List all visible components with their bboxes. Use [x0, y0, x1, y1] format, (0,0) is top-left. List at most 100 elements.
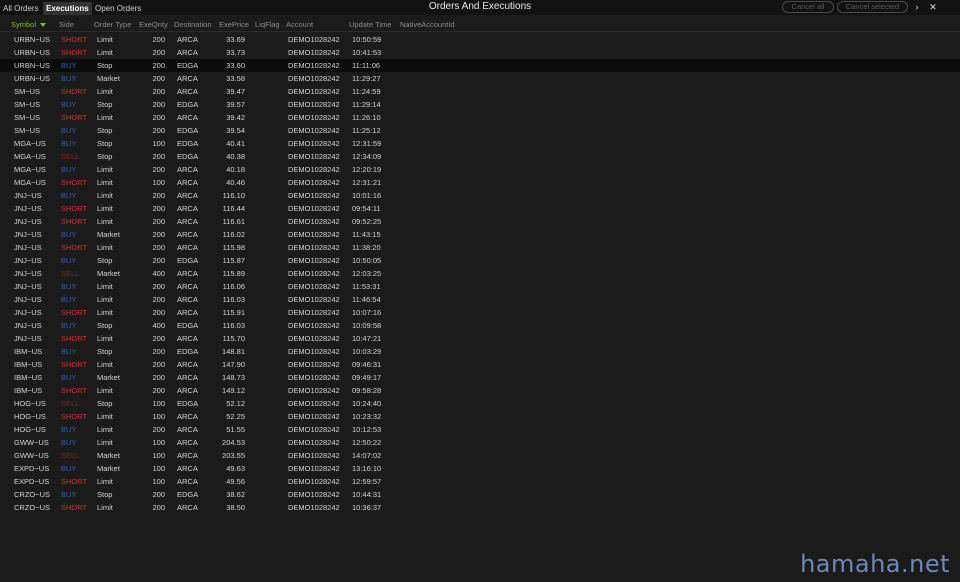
table-row[interactable]: JNJ~US BUY Limit 200 ARCA 116.06 DEMO1028242 11…: [0, 280, 960, 293]
table-row[interactable]: MGA~US BUY Limit 200 ARCA 40.18 DEMO1028242 12:…: [0, 163, 960, 176]
cell-exe-price: 39.47: [226, 87, 245, 96]
cell-update-time: 11:11:06: [352, 61, 381, 70]
column-header-symbol[interactable]: Symbol: [11, 19, 47, 31]
cell-side: SHORT: [61, 48, 88, 57]
table-row[interactable]: SM~US BUY Stop 200 EDGA 39.54 DEMO1028242 11:25…: [0, 124, 960, 137]
table-row[interactable]: JNJ~US BUY Stop 200 EDGA 115.87 DEMO1028242 10:…: [0, 254, 960, 267]
table-row[interactable]: HOG~US BUY Limit 200 ARCA 51.55 DEMO1028242 10:…: [0, 423, 960, 436]
cell-exe-qnty: 200: [152, 334, 165, 343]
cell-account: DEMO1028242: [288, 204, 340, 213]
cell-symbol: EXPD~US: [14, 477, 50, 486]
column-header-liq-flag[interactable]: LiqFlag: [255, 19, 280, 31]
table-row[interactable]: MGA~US SELL Stop 200 EDGA 40.38 DEMO1028242 12:…: [0, 150, 960, 163]
table-row[interactable]: IBM~US SHORT Limit 200 ARCA 147.90 DEMO1028242…: [0, 358, 960, 371]
column-header-native-account-id[interactable]: NativeAccountId: [400, 19, 455, 31]
cell-symbol: SM~US: [14, 87, 41, 96]
cell-update-time: 11:43:15: [352, 230, 381, 239]
cell-account: DEMO1028242: [288, 438, 340, 447]
column-header-destination[interactable]: Destination: [174, 19, 212, 31]
cell-exe-price: 148.81: [222, 347, 245, 356]
table-row[interactable]: JNJ~US BUY Limit 200 ARCA 116.03 DEMO1028242 11…: [0, 293, 960, 306]
cell-side: BUY: [61, 126, 77, 135]
cell-exe-qnty: 400: [152, 321, 165, 330]
title-bar: All Orders Executions Open Orders Orders…: [0, 0, 960, 15]
table-row[interactable]: JNJ~US SHORT Limit 200 ARCA 115.98 DEMO1028242…: [0, 241, 960, 254]
cell-exe-price: 115.87: [222, 256, 245, 265]
table-row[interactable]: URBN~US SHORT Limit 200 ARCA 33.69 DEMO1028242…: [0, 33, 960, 46]
table-row[interactable]: GWW~US BUY Limit 100 ARCA 204.53 DEMO1028242 12…: [0, 436, 960, 449]
table-row[interactable]: URBN~US BUY Stop 200 EDGA 33.60 DEMO1028242 11:…: [0, 59, 960, 72]
cell-order-type: Limit: [97, 438, 113, 447]
cancel-all-button[interactable]: Cancel all: [782, 1, 834, 13]
cancel-selected-button[interactable]: Cancel selected: [837, 1, 908, 13]
cell-side: BUY: [61, 256, 77, 265]
cell-symbol: HOG~US: [14, 412, 46, 421]
cell-exe-price: 40.41: [226, 139, 245, 148]
cell-exe-price: 115.91: [222, 308, 245, 317]
column-header-row: Symbol Side Order Type ExeQnty Destinati…: [0, 17, 960, 32]
chevron-right-icon[interactable]: ›: [912, 1, 922, 13]
table-row[interactable]: JNJ~US SELL Market 400 ARCA 115.89 DEMO1028242…: [0, 267, 960, 280]
table-row[interactable]: JNJ~US SHORT Limit 200 ARCA 115.91 DEMO1028242…: [0, 306, 960, 319]
cell-exe-price: 203.55: [222, 451, 245, 460]
table-row[interactable]: EXPD~US SHORT Limit 100 ARCA 49.56 DEMO1028242…: [0, 475, 960, 488]
table-row[interactable]: URBN~US BUY Market 200 ARCA 33.58 DEMO1028242 1…: [0, 72, 960, 85]
table-row[interactable]: MGA~US SHORT Limit 100 ARCA 40.46 DEMO1028242 1…: [0, 176, 960, 189]
tab-open-orders[interactable]: Open Orders: [95, 2, 141, 15]
table-row[interactable]: HOG~US SELL Stop 100 EDGA 52.12 DEMO1028242 10:…: [0, 397, 960, 410]
column-header-exe-price[interactable]: ExePrice: [219, 19, 249, 31]
close-icon[interactable]: ✕: [928, 1, 938, 13]
sort-descending-icon: [40, 23, 47, 28]
column-header-side[interactable]: Side: [59, 19, 74, 31]
column-header-exe-qnty[interactable]: ExeQnty: [139, 19, 168, 31]
table-row[interactable]: JNJ~US SHORT Limit 200 ARCA 116.61 DEMO1028242…: [0, 215, 960, 228]
table-row[interactable]: EXPD~US BUY Market 100 ARCA 49.63 DEMO1028242 1…: [0, 462, 960, 475]
cell-update-time: 11:29:27: [352, 74, 381, 83]
table-row[interactable]: CRZO~US SHORT Limit 200 ARCA 38.50 DEMO1028242…: [0, 501, 960, 514]
cell-destination: ARCA: [177, 477, 198, 486]
table-row[interactable]: SM~US BUY Stop 200 EDGA 39.57 DEMO1028242 11:29…: [0, 98, 960, 111]
cell-symbol: MGA~US: [14, 139, 46, 148]
cell-side: SHORT: [61, 308, 88, 317]
column-header-order-type[interactable]: Order Type: [94, 19, 131, 31]
cell-side: BUY: [61, 347, 77, 356]
table-row[interactable]: IBM~US BUY Market 200 ARCA 148.73 DEMO1028242 0…: [0, 371, 960, 384]
table-row[interactable]: GWW~US SELL Market 100 ARCA 203.55 DEMO1028242…: [0, 449, 960, 462]
cell-update-time: 10:41:53: [352, 48, 382, 57]
table-row[interactable]: HOG~US SHORT Limit 100 ARCA 52.25 DEMO1028242 1…: [0, 410, 960, 423]
cell-exe-price: 38.50: [226, 503, 245, 512]
table-row[interactable]: IBM~US BUY Stop 200 EDGA 148.81 DEMO1028242 10:…: [0, 345, 960, 358]
cell-exe-price: 33.69: [226, 35, 245, 44]
cell-account: DEMO1028242: [288, 74, 340, 83]
cell-side: BUY: [61, 230, 77, 239]
cell-destination: ARCA: [177, 295, 198, 304]
cell-side: BUY: [61, 282, 77, 291]
cell-update-time: 12:50:22: [352, 438, 382, 447]
table-row[interactable]: SM~US SHORT Limit 200 ARCA 39.42 DEMO1028242 11…: [0, 111, 960, 124]
table-row[interactable]: URBN~US SHORT Limit 200 ARCA 33.73 DEMO1028242…: [0, 46, 960, 59]
table-row[interactable]: CRZO~US BUY Stop 200 EDGA 38.62 DEMO1028242 10:…: [0, 488, 960, 501]
table-row[interactable]: JNJ~US BUY Stop 400 EDGA 116.03 DEMO1028242 10:…: [0, 319, 960, 332]
table-row[interactable]: MGA~US BUY Stop 100 EDGA 40.41 DEMO1028242 12:3…: [0, 137, 960, 150]
table-row[interactable]: JNJ~US BUY Limit 200 ARCA 116.10 DEMO1028242 10…: [0, 189, 960, 202]
table-row[interactable]: JNJ~US SHORT Limit 200 ARCA 116.44 DEMO1028242…: [0, 202, 960, 215]
tab-all-orders[interactable]: All Orders: [3, 2, 39, 15]
cell-exe-qnty: 100: [152, 412, 165, 421]
cell-order-type: Stop: [97, 321, 113, 330]
table-row[interactable]: IBM~US SHORT Limit 200 ARCA 149.12 DEMO1028242…: [0, 384, 960, 397]
table-row[interactable]: SM~US SHORT Limit 200 ARCA 39.47 DEMO1028242 11…: [0, 85, 960, 98]
cell-update-time: 09:58:28: [352, 386, 382, 395]
cell-order-type: Stop: [97, 100, 113, 109]
cell-side: SHORT: [61, 217, 88, 226]
cell-side: SHORT: [61, 412, 88, 421]
cell-exe-price: 33.58: [226, 74, 245, 83]
column-header-update-time[interactable]: Update Time: [349, 19, 392, 31]
cell-destination: ARCA: [177, 204, 198, 213]
tab-executions[interactable]: Executions: [43, 2, 92, 15]
cell-update-time: 10:44:31: [352, 490, 382, 499]
table-row[interactable]: JNJ~US BUY Market 200 ARCA 116.02 DEMO1028242 1…: [0, 228, 960, 241]
table-row[interactable]: JNJ~US SHORT Limit 200 ARCA 115.70 DEMO1028242…: [0, 332, 960, 345]
cell-exe-price: 116.10: [222, 191, 245, 200]
column-header-account[interactable]: Account: [286, 19, 313, 31]
cell-account: DEMO1028242: [288, 490, 340, 499]
